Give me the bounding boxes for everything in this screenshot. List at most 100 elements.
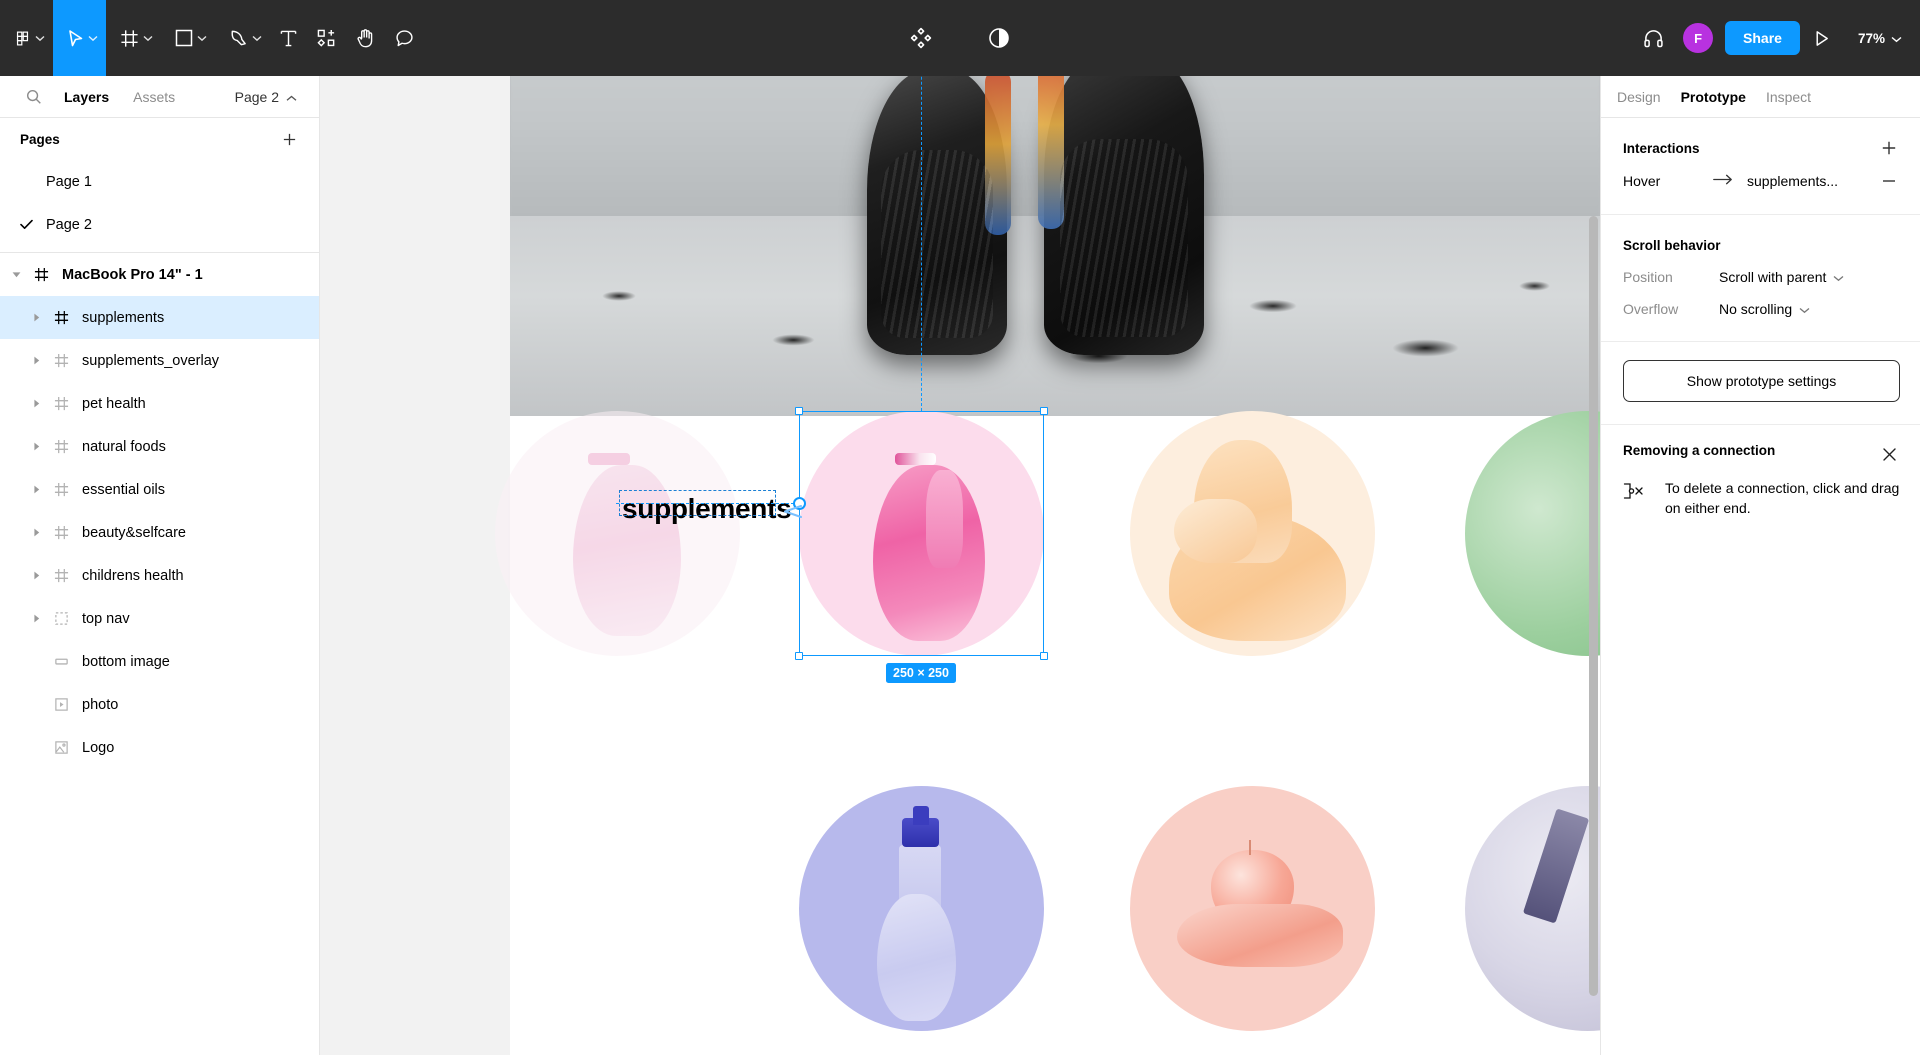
childrens-health-circle[interactable] (1130, 411, 1375, 656)
natural-foods-circle[interactable] (1130, 786, 1375, 1031)
disclosure-triangle-right-icon[interactable] (24, 356, 48, 365)
page-item-label: Page 2 (46, 216, 92, 233)
layer-row-supplements[interactable]: supplements (0, 296, 319, 339)
close-icon[interactable] (1878, 443, 1900, 465)
design-canvas[interactable]: supplements 250 × 250 (320, 76, 1600, 1055)
layer-row-photo[interactable]: photo (0, 683, 319, 726)
contrast-icon[interactable] (977, 15, 1021, 61)
disclosure-triangle-right-icon[interactable] (24, 614, 48, 623)
pages-section-header: Pages (0, 118, 319, 160)
plus-icon[interactable] (1878, 137, 1900, 159)
group-icon (48, 611, 74, 626)
frame-icon (48, 568, 74, 583)
chevron-down-icon (35, 35, 45, 42)
selection-bounding-box[interactable] (795, 407, 1048, 660)
resize-handle-bottom-left[interactable] (795, 652, 803, 660)
layer-row-bottom-image[interactable]: bottom image (0, 640, 319, 683)
right-sidebar: Design Prototype Inspect Interactions Ho… (1600, 76, 1920, 1055)
disclosure-triangle-down-icon[interactable] (4, 271, 28, 278)
disclosure-triangle-right-icon[interactable] (24, 313, 48, 322)
hand-tool-button[interactable] (346, 0, 385, 76)
tip-title: Removing a connection (1623, 443, 1776, 458)
layer-row-childrens-health[interactable]: childrens health (0, 554, 319, 597)
running-shoes-photo[interactable] (510, 76, 1600, 416)
plus-icon[interactable] (277, 127, 301, 151)
interactions-header: Interactions (1623, 132, 1900, 164)
shape-tool-button[interactable] (161, 0, 215, 76)
resize-handle-top-right[interactable] (1040, 407, 1048, 415)
figma-menu-button[interactable] (0, 0, 53, 76)
search-icon[interactable] (12, 89, 52, 105)
pet-health-circle[interactable] (1465, 411, 1600, 656)
supplements-faded-circle[interactable] (495, 411, 740, 656)
present-play-icon[interactable] (1800, 15, 1844, 61)
show-prototype-settings-button[interactable]: Show prototype settings (1623, 360, 1900, 402)
resize-handle-top-left[interactable] (795, 407, 803, 415)
interaction-destination-label[interactable]: supplements... (1747, 173, 1838, 189)
artboard-macbook-pro-14[interactable]: supplements 250 × 250 (495, 76, 1600, 1055)
beauty-selfcare-circle[interactable] (1465, 786, 1600, 1031)
comment-tool-button[interactable] (385, 0, 424, 76)
layer-row-natural-foods[interactable]: natural foods (0, 425, 319, 468)
scroll-overflow-value: No scrolling (1719, 301, 1793, 317)
pen-tool-button[interactable] (215, 0, 270, 76)
tab-inspect[interactable]: Inspect (1766, 89, 1811, 105)
shoe-left (867, 76, 1011, 356)
open-palm-shape (1176, 903, 1344, 968)
baby-hand-shape (1174, 499, 1258, 563)
layer-name: pet health (82, 395, 146, 412)
connection-delete-icon (1623, 479, 1649, 519)
disclosure-triangle-right-icon[interactable] (24, 399, 48, 408)
canvas-vertical-scrollbar[interactable] (1589, 76, 1598, 1055)
disclosure-triangle-right-icon[interactable] (24, 485, 48, 494)
page-item-page-2[interactable]: Page 2 (0, 203, 319, 246)
layer-name: beauty&selfcare (82, 524, 186, 541)
interaction-trigger-label: Hover (1623, 173, 1661, 189)
page-selector-label: Page 2 (234, 88, 279, 105)
zoom-control[interactable]: 77% (1858, 31, 1902, 46)
headphones-icon[interactable] (1631, 15, 1675, 61)
chevron-down-icon (143, 35, 153, 42)
layer-row-top-nav[interactable]: top nav (0, 597, 319, 640)
scroll-position-row: Position Scroll with parent (1623, 261, 1900, 293)
resize-handle-bottom-right[interactable] (1040, 652, 1048, 660)
layer-row-essential-oils[interactable]: essential oils (0, 468, 319, 511)
pen-icon (229, 29, 248, 48)
tab-design[interactable]: Design (1617, 89, 1661, 105)
layer-row-logo[interactable]: Logo (0, 726, 319, 769)
avatar[interactable]: F (1683, 23, 1714, 53)
layer-name: bottom image (82, 653, 170, 670)
disclosure-triangle-right-icon[interactable] (24, 571, 48, 580)
frame-tool-button[interactable] (106, 0, 161, 76)
tab-assets[interactable]: Assets (121, 76, 187, 118)
tab-layers[interactable]: Layers (52, 76, 121, 118)
chevron-up-icon (286, 89, 297, 105)
page-item-page-1[interactable]: Page 1 (0, 160, 319, 203)
disclosure-triangle-right-icon[interactable] (24, 528, 48, 537)
disclosure-triangle-right-icon[interactable] (24, 442, 48, 451)
text-tool-button[interactable] (270, 0, 307, 76)
left-panel-tabs: Layers Assets Page 2 (0, 76, 319, 118)
layer-row-macbook-pro-14-1[interactable]: MacBook Pro 14" - 1 (0, 253, 319, 296)
layer-row-beauty-selfcare[interactable]: beauty&selfcare (0, 511, 319, 554)
scroll-position-dropdown[interactable]: Scroll with parent (1719, 269, 1844, 285)
minus-icon[interactable] (1878, 170, 1900, 192)
chevron-down-icon (88, 35, 98, 42)
capsule-shape (588, 452, 630, 465)
layer-row-pet-health[interactable]: pet health (0, 382, 319, 425)
page-selector[interactable]: Page 2 (235, 89, 307, 105)
scroll-behavior-title: Scroll behavior (1623, 237, 1721, 253)
share-button[interactable]: Share (1725, 21, 1800, 55)
resources-tool-button[interactable] (307, 0, 346, 76)
tab-prototype[interactable]: Prototype (1681, 89, 1746, 105)
move-tool-button[interactable] (53, 0, 106, 76)
components-diamond-icon[interactable] (899, 15, 943, 61)
tool-shape (1522, 807, 1589, 924)
interaction-row-hover[interactable]: Hover supplements... (1623, 164, 1900, 198)
canvas-scrollbar-thumb[interactable] (1589, 216, 1598, 996)
scroll-position-value: Scroll with parent (1719, 269, 1827, 285)
frame-icon (48, 439, 74, 454)
essential-oils-circle[interactable] (799, 786, 1044, 1031)
layer-row-supplements-overlay[interactable]: supplements_overlay (0, 339, 319, 382)
scroll-overflow-dropdown[interactable]: No scrolling (1719, 301, 1810, 317)
